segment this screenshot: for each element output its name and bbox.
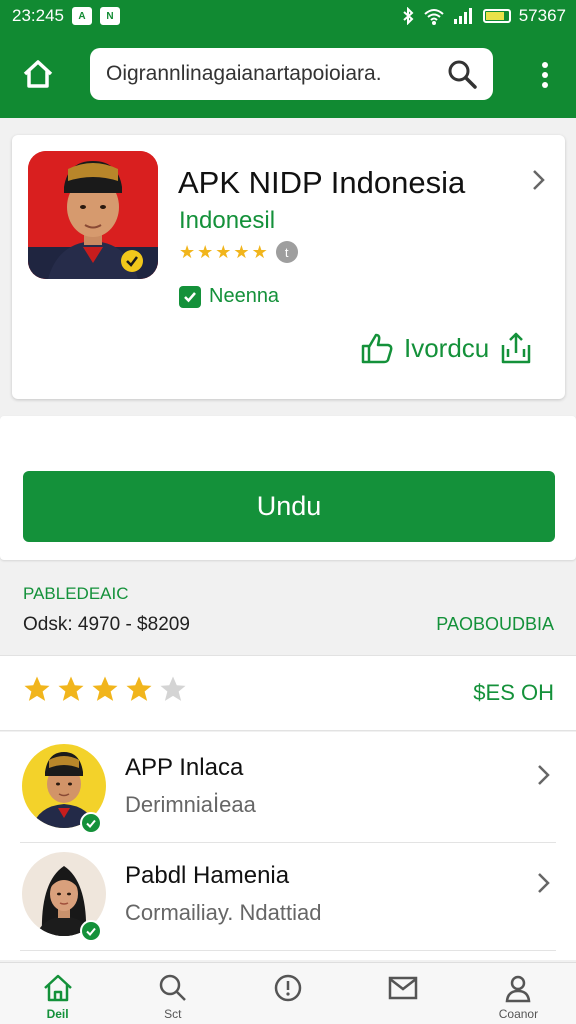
star-empty-icon[interactable]: [158, 674, 188, 704]
verified-badge-icon: [80, 812, 102, 834]
thumbs-up-icon[interactable]: [360, 332, 394, 364]
chevron-right-icon[interactable]: [536, 762, 552, 788]
notification-a-icon: A: [72, 7, 92, 25]
list-item-title: Pabdl Hamenia: [125, 862, 290, 889]
action-label[interactable]: Ivordcu: [404, 333, 489, 364]
list-item-subtitle: Cormailiay. Ndattiad: [125, 900, 322, 925]
mail-icon: [388, 976, 418, 1000]
star-filled-icon[interactable]: [22, 674, 52, 704]
related-list: APP Inlaca Derimniaİeaa Pabdl Hamenia Co…: [0, 732, 576, 960]
rating-label[interactable]: $ES OH: [473, 680, 554, 706]
nav-label: Sct: [164, 1007, 182, 1021]
star-filled-icon[interactable]: [124, 674, 154, 704]
info-icon: [274, 974, 302, 1002]
star-filled-icon[interactable]: [90, 674, 120, 704]
search-input[interactable]: [106, 62, 445, 86]
verified-badge-icon: [80, 920, 102, 942]
action-row: Ivordcu: [360, 331, 533, 365]
verified-row: Neenna: [179, 285, 279, 308]
status-right-text: 57367: [518, 6, 566, 25]
nav-item-search[interactable]: Sct: [115, 963, 230, 1024]
rating-stars[interactable]: [22, 674, 188, 704]
status-right: 57367: [401, 6, 566, 26]
star-icon: ★: [179, 241, 196, 262]
download-panel: Undu: [0, 416, 576, 560]
share-icon[interactable]: [499, 331, 533, 365]
search-icon: [159, 974, 186, 1001]
nav-item-mail[interactable]: [346, 963, 461, 1024]
home-button[interactable]: [18, 54, 58, 94]
verified-label: Neenna: [209, 285, 280, 307]
list-item[interactable]: APP Inlaca Derimniaİeaa: [0, 740, 576, 848]
checkmark-icon: [179, 285, 201, 308]
search-icon[interactable]: [445, 57, 479, 91]
info-badge-icon[interactable]: t: [275, 241, 298, 263]
status-bar: 23:245 A N 57367: [0, 0, 576, 32]
chevron-right-icon[interactable]: [536, 870, 552, 896]
search-bar[interactable]: [90, 48, 493, 100]
info-heading: PABLEDEAIC: [23, 584, 129, 603]
overflow-menu-button[interactable]: [530, 54, 560, 96]
star-icon: ★: [251, 241, 268, 262]
divider: [20, 950, 556, 951]
more-vert-icon: [542, 62, 548, 88]
nav-item-info[interactable]: [230, 963, 345, 1024]
app-bar: [0, 32, 576, 118]
status-time: 23:245: [12, 6, 64, 25]
home-icon: [43, 974, 72, 1002]
star-icon: ★: [215, 241, 232, 262]
app-card[interactable]: APK NIDP Indonesia Indonesil ★ ★ ★ ★ ★ t…: [12, 135, 565, 399]
download-button[interactable]: Undu: [23, 471, 555, 542]
divider: [20, 842, 556, 843]
info-right-link[interactable]: PAOBOUDBIA: [436, 614, 554, 635]
nav-item-profile[interactable]: Coanor: [461, 963, 576, 1024]
list-item[interactable]: Pabdl Hamenia Cormailiay. Ndattiad: [0, 848, 576, 956]
profile-icon: [506, 975, 531, 1003]
star-filled-icon[interactable]: [56, 674, 86, 704]
list-item-title: APP Inlaca: [125, 754, 244, 781]
info-detail: Odsk: 4970 - $8209: [23, 614, 190, 635]
chevron-right-icon[interactable]: [528, 165, 550, 195]
nav-label: Deil: [46, 1007, 69, 1021]
info-strip: PABLEDEAIC Odsk: 4970 - $8209 PAOBOUDBIA: [0, 568, 576, 654]
app-rating: ★ ★ ★ ★ ★ t: [179, 241, 298, 263]
notification-n-icon: N: [100, 7, 120, 25]
rating-row: $ES OH: [0, 655, 576, 731]
app-developer[interactable]: Indonesil: [179, 207, 275, 235]
status-left: 23:245 A N: [12, 6, 120, 26]
app-icon: [28, 151, 158, 279]
nav-label: Coanor: [498, 1007, 539, 1021]
signal-icon: [453, 8, 472, 24]
app-title: APK NIDP Indonesia: [178, 165, 466, 200]
bottom-nav: Deil Sct Coanor: [0, 962, 576, 1024]
bluetooth-icon: [403, 7, 414, 25]
home-icon: [23, 60, 53, 88]
list-item-subtitle: Derimniaİeaa: [125, 792, 256, 817]
battery-icon: [482, 9, 511, 23]
wifi-icon: [424, 9, 444, 25]
star-icon: ★: [233, 241, 250, 262]
nav-item-home[interactable]: Deil: [0, 963, 115, 1024]
star-icon: ★: [197, 241, 214, 262]
